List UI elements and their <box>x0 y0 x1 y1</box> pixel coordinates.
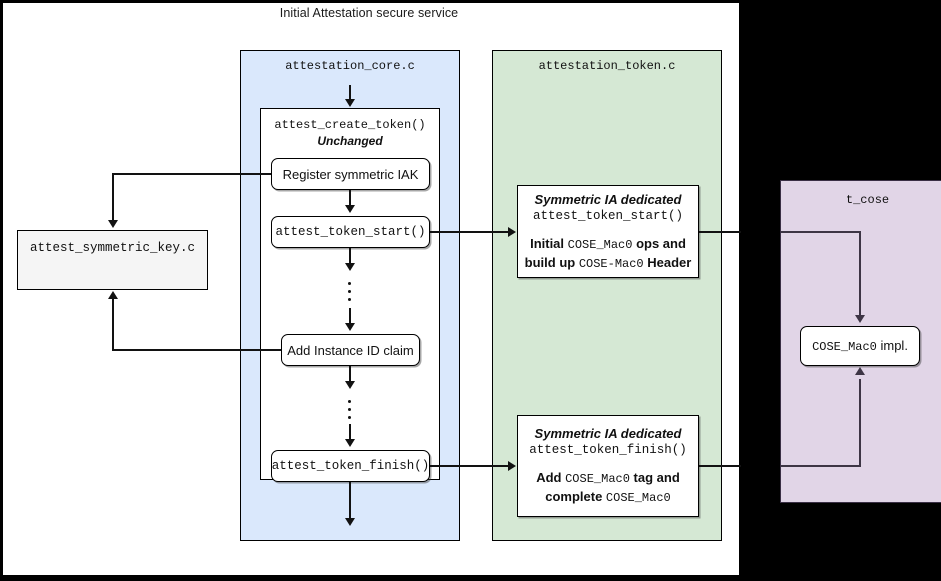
connector-register-to-start-line <box>349 190 351 206</box>
connector-tcose-out-h <box>781 465 861 467</box>
step-attest-token-start[interactable]: attest_token_start() <box>271 216 430 248</box>
connector-token-start-to-tcose-line <box>699 231 741 233</box>
step-attest-token-finish-label: attest_token_finish() <box>271 459 430 473</box>
connector-instance-down-line <box>349 366 351 382</box>
step-cose-mac0-impl-rest: impl. <box>876 338 908 353</box>
connector-core-exit-line <box>349 482 351 520</box>
connector-finish-to-token-arrow <box>508 461 516 471</box>
ellipsis-lower <box>348 400 351 424</box>
connector-tcose-out-v <box>859 379 861 466</box>
connector-start-to-token-arrow <box>508 227 516 237</box>
connector-instance-to-key-h <box>112 349 281 351</box>
token-start-function: attest_token_start() <box>532 208 684 223</box>
token-finish-body-l1-pre: Add <box>536 470 566 485</box>
connector-register-to-key-v <box>112 173 114 222</box>
token-finish-body-l1-mono: COSE_Mac0 <box>565 472 630 486</box>
token-finish-body-l1-post: tag and <box>629 470 680 485</box>
connector-tcose-in-v <box>859 231 861 317</box>
connector-dots-to-finish-arrow <box>345 439 355 447</box>
connector-tcose-out-arrow <box>855 367 865 375</box>
connector-dots-to-finish-line <box>349 424 351 440</box>
connector-start-down-arrow <box>345 263 355 271</box>
diagram-canvas: Initial Attestation secure service attes… <box>0 0 941 581</box>
connector-instance-to-key-v <box>112 298 114 349</box>
connector-start-to-token-line <box>430 231 509 233</box>
connector-instance-to-key-arrow <box>108 291 118 299</box>
token-start-body-l1-post: ops and <box>632 235 686 251</box>
step-add-instance-id-claim[interactable]: Add Instance ID claim <box>281 334 420 366</box>
token-start-emphasis: Symmetric IA dedicated <box>534 191 682 207</box>
module-attest-symmetric-key-title: attest_symmetric_key.c <box>29 241 196 255</box>
connector-finish-to-token-line <box>430 465 509 467</box>
token-finish-body-l2-mono: COSE_Mac0 <box>605 491 671 505</box>
token-finish-function: attest_token_finish() <box>529 443 687 457</box>
token-start-detail-box[interactable]: Symmetric IA dedicated attest_token_star… <box>517 185 699 278</box>
token-start-body-l2-post: Header <box>643 254 692 270</box>
step-cose-mac0-impl[interactable]: COSE_Mac0 impl. <box>800 326 920 366</box>
connector-dots-to-instance-arrow <box>345 323 355 331</box>
token-start-body-l2-pre: build up <box>524 254 579 270</box>
token-finish-detail-box[interactable]: Symmetric IA dedicated attest_token_fini… <box>517 415 699 517</box>
page-title: Initial Attestation secure service <box>279 6 459 20</box>
step-add-instance-id-claim-label: Add Instance ID claim <box>287 342 414 358</box>
token-start-body: Initial COSE_Mac0 ops and build up COSE-… <box>525 235 692 273</box>
token-start-body-l1-mono: COSE_Mac0 <box>567 237 633 252</box>
connector-instance-down-arrow <box>345 381 355 389</box>
step-attest-token-start-label: attest_token_start() <box>275 225 426 239</box>
step-register-symmetric-iak-label: Register symmetric IAK <box>282 166 419 182</box>
connector-token-finish-to-tcose-line <box>699 465 741 467</box>
token-finish-body-l2-pre: complete <box>545 489 606 504</box>
connector-register-to-key-h <box>112 173 271 175</box>
token-start-body-l1-pre: Initial <box>530 235 568 251</box>
connector-dots-to-instance-line <box>349 308 351 324</box>
function-attest-create-token-title: attest_create_token() <box>274 118 426 132</box>
connector-core-exit-arrow <box>345 518 355 526</box>
step-cose-mac0-impl-mono: COSE_Mac0 <box>812 340 877 354</box>
module-attestation-token-title: attestation_token.c <box>538 59 676 73</box>
connector-tcose-in-arrow <box>855 315 865 323</box>
step-cose-mac0-impl-label: COSE_Mac0 impl. <box>812 338 908 354</box>
step-register-symmetric-iak[interactable]: Register symmetric IAK <box>271 158 430 190</box>
token-finish-body: Add COSE_Mac0 tag and complete COSE_Mac0 <box>536 469 680 507</box>
module-t-cose-title: t_cose <box>845 193 890 207</box>
function-attest-create-token-subtitle: Unchanged <box>317 134 383 148</box>
connector-start-down-line <box>349 248 351 264</box>
module-attestation-core-title: attestation_core.c <box>285 59 415 73</box>
connector-register-to-key-arrow <box>108 220 118 228</box>
token-start-body-l2-mono: COSE-Mac0 <box>578 256 644 271</box>
token-finish-emphasis: Symmetric IA dedicated <box>534 426 682 441</box>
connector-register-to-start-arrow <box>345 205 355 213</box>
module-attest-symmetric-key: attest_symmetric_key.c <box>17 230 208 290</box>
ellipsis-upper <box>348 282 351 306</box>
step-attest-token-finish[interactable]: attest_token_finish() <box>271 450 430 482</box>
connector-tcose-in-h <box>781 231 861 233</box>
connector-entry-arrow <box>345 99 355 107</box>
